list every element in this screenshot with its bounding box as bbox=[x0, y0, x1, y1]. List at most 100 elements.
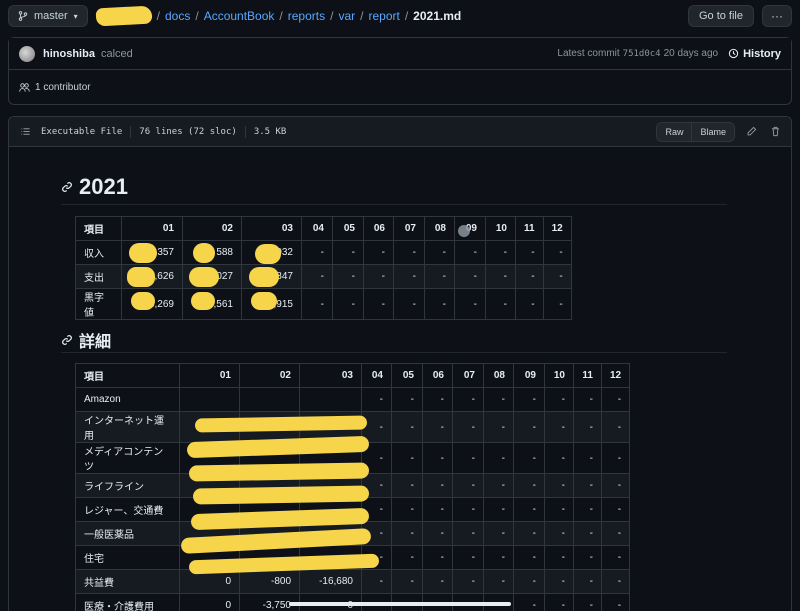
table-cell: - bbox=[393, 240, 425, 265]
table-cell bbox=[239, 387, 300, 412]
table-cell: メディアコンテンツ bbox=[75, 442, 180, 474]
table-cell: - bbox=[515, 240, 544, 265]
table-cell: - bbox=[544, 497, 574, 522]
table-cell: - bbox=[301, 264, 333, 289]
table-cell: - bbox=[452, 497, 484, 522]
branch-icon bbox=[18, 11, 28, 21]
table-cell: - bbox=[332, 240, 364, 265]
table-cell: - bbox=[391, 442, 423, 474]
table-cell: - bbox=[422, 521, 453, 546]
breadcrumb-var[interactable]: var bbox=[338, 9, 355, 23]
table-cell: - bbox=[573, 442, 602, 474]
table-cell: - bbox=[573, 545, 602, 570]
table-cell: - bbox=[513, 497, 545, 522]
table-cell: インターネット運用 bbox=[75, 411, 180, 443]
breadcrumb-accountbook[interactable]: AccountBook bbox=[204, 9, 275, 23]
header-cell: 11 bbox=[515, 216, 544, 241]
avatar[interactable] bbox=[19, 45, 35, 62]
redaction-scribble bbox=[193, 243, 215, 263]
branch-label: master bbox=[34, 10, 68, 22]
table-cell: - bbox=[454, 264, 486, 289]
go-to-file-button[interactable]: Go to file bbox=[687, 5, 754, 27]
table-cell: - bbox=[483, 473, 514, 498]
table-row: Amazon - - - - - - - - - bbox=[75, 387, 631, 412]
header-cell: 項目 bbox=[75, 363, 180, 388]
redaction-scribble bbox=[131, 292, 155, 310]
top-bar: master ▾ / docs / AccountBook / reports … bbox=[8, 4, 792, 28]
table-cell: - bbox=[454, 288, 486, 320]
people-icon bbox=[19, 82, 30, 92]
table-cell: 収入 bbox=[75, 240, 122, 265]
trash-icon[interactable] bbox=[767, 124, 783, 140]
table-cell: - bbox=[391, 387, 423, 412]
table-cell: - bbox=[452, 411, 484, 443]
header-cell: 11 bbox=[573, 363, 602, 388]
header-cell: 07 bbox=[393, 216, 425, 241]
table-cell bbox=[299, 387, 362, 412]
table-cell: - bbox=[600, 442, 631, 474]
breadcrumb-reports[interactable]: reports bbox=[288, 9, 325, 23]
table-cell: - bbox=[483, 497, 514, 522]
table-cell: - bbox=[513, 411, 545, 443]
header-cell: 09 bbox=[513, 363, 545, 388]
table-cell: - bbox=[513, 521, 545, 546]
table-cell: - bbox=[483, 569, 514, 594]
table-cell: - bbox=[544, 411, 574, 443]
branch-selector[interactable]: master ▾ bbox=[8, 5, 88, 27]
table-cell: - bbox=[452, 569, 484, 594]
raw-blame-group: Raw Blame bbox=[656, 121, 735, 142]
table-cell: - bbox=[515, 264, 544, 289]
outline-icon[interactable] bbox=[17, 124, 33, 140]
contributors-row[interactable]: 1 contributor bbox=[9, 70, 791, 104]
table-cell: - bbox=[391, 411, 423, 443]
table-cell: 共益費 bbox=[75, 569, 180, 594]
history-label: History bbox=[743, 47, 781, 60]
table-cell: - bbox=[515, 288, 544, 320]
table-cell: - bbox=[544, 545, 574, 570]
header-cell: 08 bbox=[424, 216, 455, 241]
header-cell: 05 bbox=[332, 216, 364, 241]
blame-button[interactable]: Blame bbox=[691, 122, 734, 141]
header-cell: 10 bbox=[485, 216, 516, 241]
table-cell: - bbox=[452, 473, 484, 498]
table-cell: - bbox=[363, 264, 394, 289]
table-cell: ライフライン bbox=[75, 473, 180, 498]
header-cell: 01 bbox=[179, 363, 240, 388]
more-options-button[interactable]: ··· bbox=[762, 5, 792, 27]
chevron-down-icon: ▾ bbox=[73, 11, 78, 21]
home-indicator bbox=[289, 602, 511, 606]
file-header: Executable File 76 lines (72 sloc) 3.5 K… bbox=[9, 117, 791, 147]
commit-author[interactable]: hinoshiba bbox=[43, 48, 95, 60]
history-button[interactable]: History bbox=[728, 48, 781, 60]
link-icon[interactable] bbox=[61, 334, 73, 346]
breadcrumb-current-file: 2021.md bbox=[413, 9, 462, 23]
table-cell: - bbox=[600, 473, 631, 498]
redacted-owner-link[interactable] bbox=[95, 5, 153, 27]
commit-sha[interactable]: 751d0c4 bbox=[623, 49, 661, 59]
commit-message[interactable]: calced bbox=[101, 48, 133, 60]
pencil-icon[interactable] bbox=[743, 124, 759, 140]
header-cell: 07 bbox=[452, 363, 484, 388]
table-cell: - bbox=[483, 545, 514, 570]
link-icon[interactable] bbox=[61, 181, 73, 193]
table-cell: - bbox=[573, 593, 602, 611]
table-cell: - bbox=[332, 264, 364, 289]
redaction-scribble bbox=[127, 267, 155, 287]
raw-button[interactable]: Raw bbox=[657, 122, 692, 141]
history-icon bbox=[728, 48, 739, 59]
header-cell: 02 bbox=[239, 363, 300, 388]
markdown-body: 2021 項目 01 02 03 04 05 06 07 08 09 10 11… bbox=[61, 169, 727, 611]
table-cell: - bbox=[452, 387, 484, 412]
table-cell: - bbox=[542, 264, 572, 289]
header-cell: 12 bbox=[542, 216, 572, 241]
breadcrumb-report[interactable]: report bbox=[368, 9, 399, 23]
table-cell: -16,680 bbox=[299, 569, 362, 594]
table-cell: - bbox=[544, 442, 574, 474]
breadcrumb-docs[interactable]: docs bbox=[165, 9, 190, 23]
table-cell: - bbox=[301, 288, 333, 320]
header-cell: 05 bbox=[391, 363, 423, 388]
table-cell: - bbox=[600, 497, 631, 522]
table-cell: - bbox=[393, 264, 425, 289]
detail-header-row: 項目 01 02 03 04 05 06 07 08 09 10 11 12 bbox=[75, 363, 631, 388]
table-cell: - bbox=[452, 521, 484, 546]
